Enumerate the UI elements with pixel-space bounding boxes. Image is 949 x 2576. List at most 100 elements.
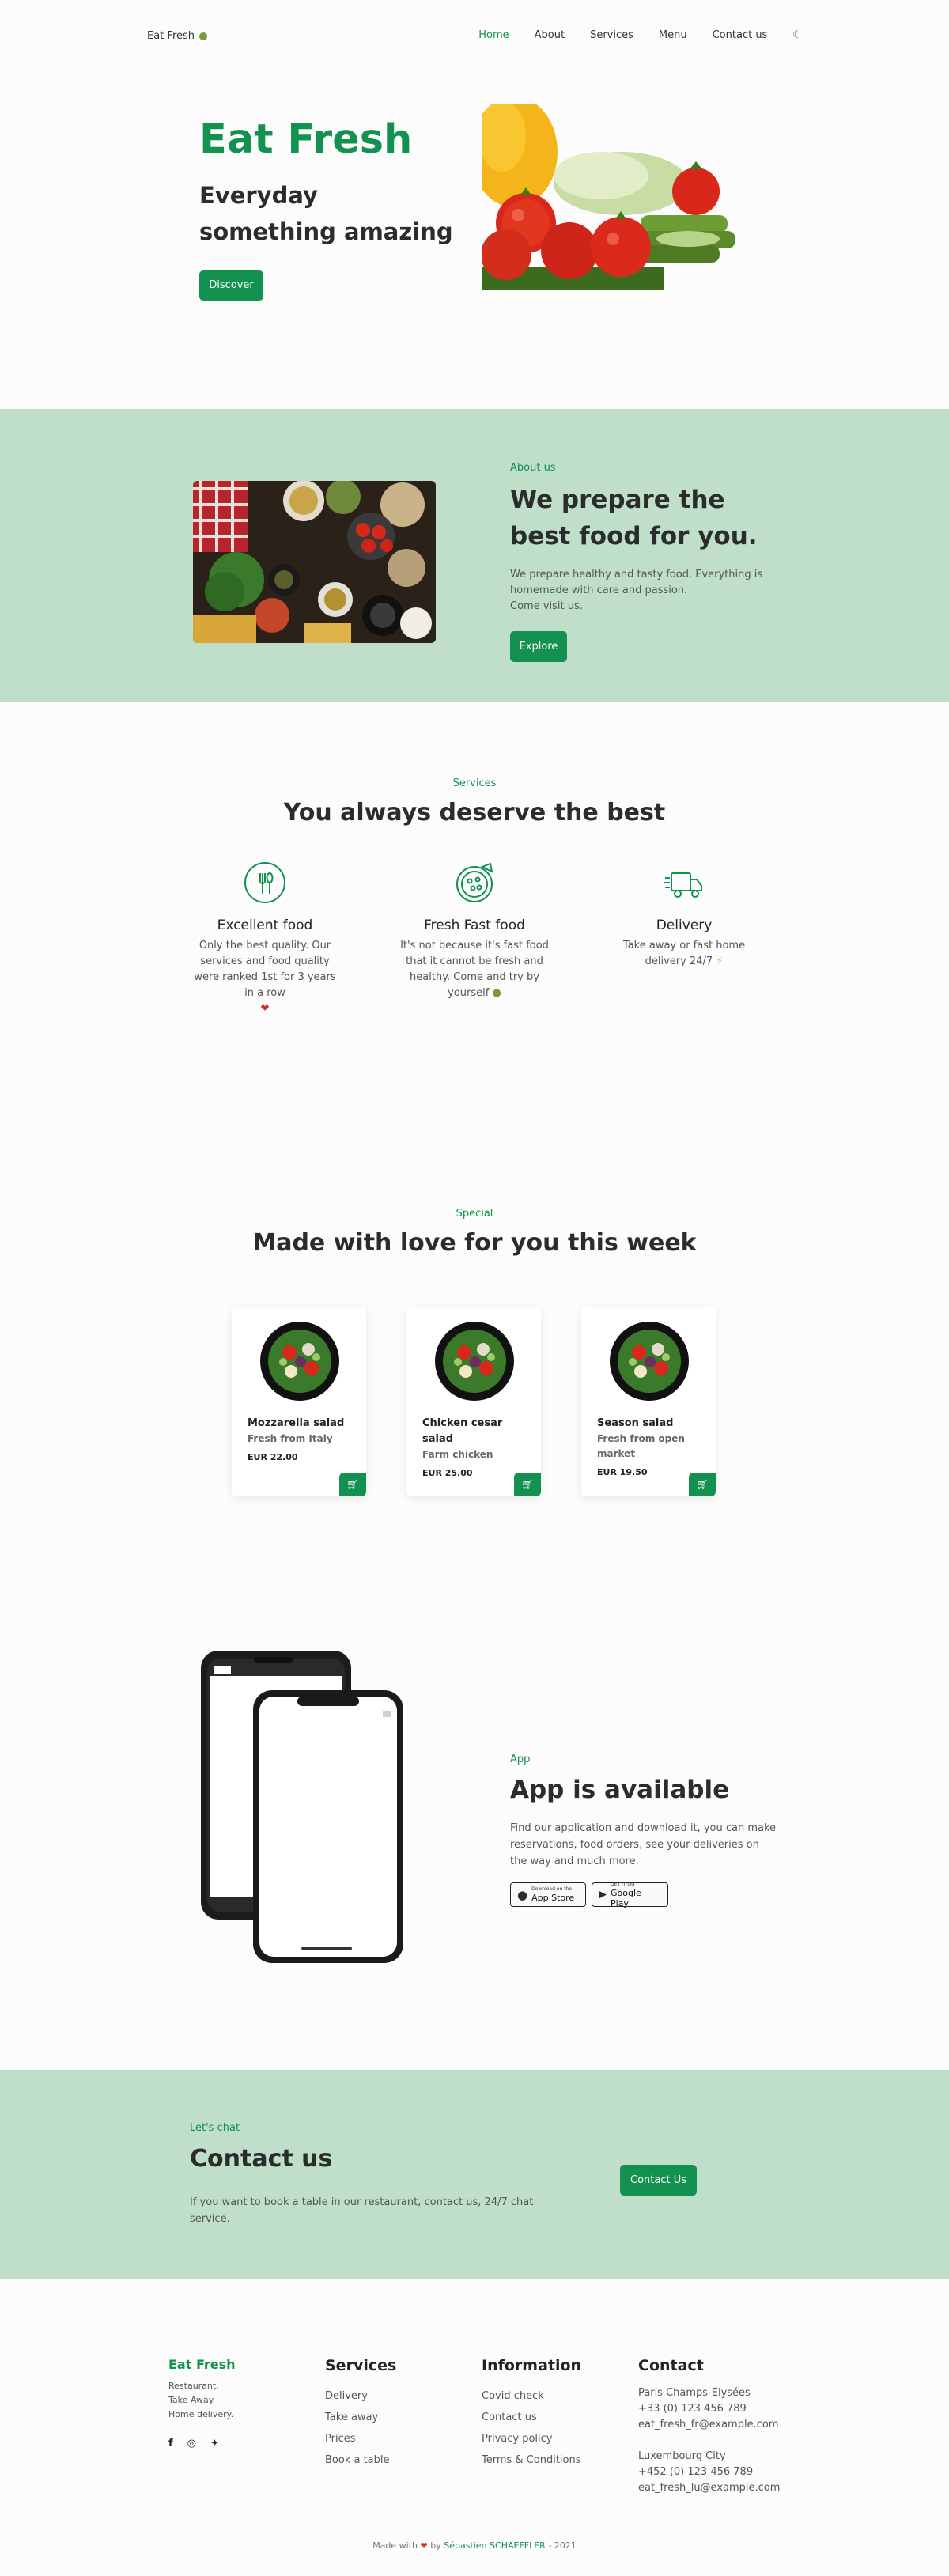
avocado-icon xyxy=(199,32,208,40)
card-description: Farm chicken xyxy=(422,1449,493,1460)
nav-home[interactable]: Home xyxy=(478,29,509,41)
footer-address-email[interactable]: eat_fresh_fr@example.com xyxy=(638,2417,780,2433)
lightning-icon: ⚡ xyxy=(716,955,724,967)
about-text-line: Come visit us. xyxy=(510,600,583,612)
service-fresh-fast-food: Fresh Fast food It's not because it's fa… xyxy=(399,861,550,1001)
menu-card[interactable]: Mozzarella salad Fresh from Italy EUR 22… xyxy=(232,1307,366,1496)
service-text-content: It's not because it's fast food that it … xyxy=(400,940,549,999)
avocado-icon: ● xyxy=(492,987,501,999)
hero-title: Eat Fresh xyxy=(199,116,413,163)
facebook-icon[interactable]: f xyxy=(168,2438,173,2449)
ingredients-image xyxy=(193,481,436,643)
google-play-small-text: GET IT ON xyxy=(611,1881,635,1887)
heart-icon: ❤ xyxy=(420,2540,428,2551)
card-text: Season salad Fresh from open market EUR … xyxy=(597,1416,700,1481)
nav-services[interactable]: Services xyxy=(590,29,633,41)
moon-icon[interactable]: ☾ xyxy=(792,29,802,41)
service-text-content: Only the best quality. Our services and … xyxy=(194,940,336,999)
hero-vegetables-image xyxy=(482,104,755,294)
heart-icon: ❤ xyxy=(260,1003,270,1015)
footer-link[interactable]: Covid check xyxy=(482,2385,581,2407)
service-name: Delivery xyxy=(656,917,713,933)
salad-image xyxy=(434,1321,515,1401)
card-description: Fresh from open market xyxy=(597,1433,685,1459)
instagram-icon[interactable]: ◎ xyxy=(187,2438,196,2449)
contact-section: Let's chat Contact us If you want to boo… xyxy=(0,2070,949,2279)
service-text: Only the best quality. Our services and … xyxy=(190,938,340,1017)
footer-information-title: Information xyxy=(482,2357,582,2374)
footer-link[interactable]: Book a table xyxy=(325,2449,396,2471)
footer-link[interactable]: Delivery xyxy=(325,2385,396,2407)
special-title: Made with love for you this week xyxy=(252,1229,697,1257)
service-name: Fresh Fast food xyxy=(424,917,525,933)
credit-prefix: Made with xyxy=(372,2540,418,2551)
main-nav: Home About Services Menu Contact us ☾ xyxy=(478,29,802,41)
service-name: Excellent food xyxy=(217,917,313,933)
add-to-cart-button[interactable]: 🛒︎ xyxy=(689,1473,716,1496)
about-title: We prepare the best food for you. xyxy=(510,486,758,550)
card-title: Season salad xyxy=(597,1417,674,1429)
footer-address-email[interactable]: eat_fresh_lu@example.com xyxy=(638,2480,780,2496)
app-tag: App xyxy=(510,1753,531,1765)
footer-spacer xyxy=(638,2433,780,2449)
cart-icon: 🛒︎ xyxy=(696,1479,709,1490)
card-description: Fresh from Italy xyxy=(248,1433,333,1444)
contact-tag: Let's chat xyxy=(190,2122,240,2134)
google-play-big-text: Google Play xyxy=(611,1887,641,1908)
menu-card[interactable]: Season salad Fresh from open market EUR … xyxy=(581,1307,716,1496)
add-to-cart-button[interactable]: 🛒︎ xyxy=(514,1473,541,1496)
apple-icon: ● xyxy=(517,1887,528,1902)
footer-address-city: Paris Champs-Elysées xyxy=(638,2387,751,2399)
footer-link[interactable]: Prices xyxy=(325,2428,396,2449)
footer-contact-column: Contact Paris Champs-Elysées +33 (0) 123… xyxy=(638,2357,780,2496)
app-store-button[interactable]: ● Download on the App Store xyxy=(510,1882,586,1907)
nav-about[interactable]: About xyxy=(535,29,565,41)
delivery-truck-icon xyxy=(662,861,706,905)
discover-button[interactable]: Discover xyxy=(199,270,263,301)
footer-brand[interactable]: Eat Fresh xyxy=(168,2357,236,2372)
footer-brand-line: Take Away. xyxy=(168,2395,216,2405)
footer-contact-title: Contact xyxy=(638,2357,704,2374)
card-price: EUR 25.00 xyxy=(422,1468,473,1478)
service-text: It's not because it's fast food that it … xyxy=(399,938,550,1001)
app-store-small-text: Download on the xyxy=(531,1886,573,1892)
contact-us-button[interactable]: Contact Us xyxy=(620,2165,697,2196)
menu-card[interactable]: Chicken cesar salad Farm chicken EUR 25.… xyxy=(406,1307,541,1496)
footer-link[interactable]: Take away xyxy=(325,2407,396,2428)
footer-link[interactable]: Terms & Conditions xyxy=(482,2449,581,2471)
footer-link[interactable]: Privacy policy xyxy=(482,2428,581,2449)
salad-image xyxy=(259,1321,340,1401)
footer-address-city: Luxembourg City xyxy=(638,2450,726,2462)
footer-credit: Made with ❤ by Sébastien SCHAEFFLER - 20… xyxy=(0,2540,949,2551)
explore-button[interactable]: Explore xyxy=(510,631,567,662)
app-title: App is available xyxy=(510,1776,730,1804)
footer-brand-lines: Restaurant. Take Away. Home delivery. xyxy=(168,2379,233,2422)
services-tag: Services xyxy=(452,777,497,789)
credit-year: - 2021 xyxy=(548,2540,577,2551)
add-to-cart-button[interactable]: 🛒︎ xyxy=(339,1473,366,1496)
phones-mockup-image xyxy=(187,1635,416,1991)
google-play-button[interactable]: ▶ GET IT ON Google Play xyxy=(592,1881,668,1908)
services-section: Services You always deserve the best Exc… xyxy=(0,702,949,1137)
card-text: Chicken cesar salad Farm chicken EUR 25.… xyxy=(422,1416,525,1481)
footer-address-phone[interactable]: +452 (0) 123 456 789 xyxy=(638,2464,780,2480)
footer-link[interactable]: Contact us xyxy=(482,2407,581,2428)
footer-services-title: Services xyxy=(325,2357,397,2374)
twitter-icon[interactable]: ✦ xyxy=(210,2438,219,2449)
special-section: Special Made with love for you this week… xyxy=(0,1137,949,1572)
pizza-icon xyxy=(452,861,497,905)
hero-section: Eat Fresh Everyday something amazing Dis… xyxy=(0,73,949,409)
logo-text[interactable]: Eat Fresh xyxy=(147,30,195,42)
credit-author-link[interactable]: Sébastien SCHAEFFLER xyxy=(444,2540,546,2551)
nav-contact[interactable]: Contact us xyxy=(713,29,768,41)
salad-image xyxy=(609,1321,690,1401)
social-links: f ◎ ✦ xyxy=(168,2438,219,2449)
footer-address-phone[interactable]: +33 (0) 123 456 789 xyxy=(638,2401,780,2417)
app-text: Find our application and download it, yo… xyxy=(510,1822,777,1867)
contact-text: If you want to book a table in our resta… xyxy=(190,2196,534,2225)
services-title: You always deserve the best xyxy=(283,799,666,827)
logo[interactable]: Eat Fresh xyxy=(147,30,208,42)
service-delivery: Delivery Take away or fast home delivery… xyxy=(609,861,759,970)
nav-menu[interactable]: Menu xyxy=(659,29,687,41)
footer-services-column: Services Delivery Take away Prices Book … xyxy=(325,2357,396,2471)
